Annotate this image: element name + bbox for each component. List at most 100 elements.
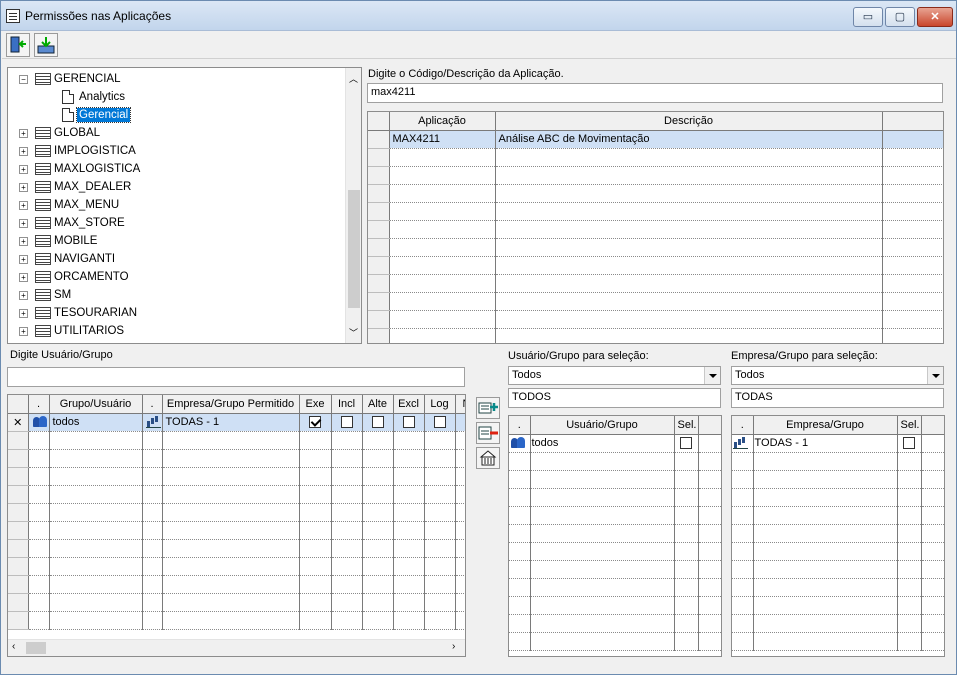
- permission-log-cell[interactable]: [424, 593, 456, 612]
- row-indicator[interactable]: [368, 166, 390, 185]
- permission-log-cell[interactable]: [424, 413, 456, 432]
- name-cell[interactable]: [753, 542, 898, 561]
- select-cell[interactable]: [897, 488, 922, 507]
- name-cell[interactable]: [753, 506, 898, 525]
- app-code-cell[interactable]: [389, 328, 496, 343]
- user-cell[interactable]: [49, 467, 143, 486]
- table-row[interactable]: [368, 184, 943, 203]
- permission-exe-cell[interactable]: [299, 521, 332, 540]
- chevron-down-icon[interactable]: [704, 367, 720, 384]
- name-cell[interactable]: [530, 596, 675, 615]
- select-cell[interactable]: [674, 524, 699, 543]
- table-row[interactable]: [509, 506, 721, 525]
- select-cell[interactable]: [897, 614, 922, 633]
- column-header[interactable]: .: [509, 416, 531, 435]
- permission-exe-cell[interactable]: [299, 575, 332, 594]
- row-indicator[interactable]: [368, 292, 390, 311]
- tree-item[interactable]: + UTILITARIOS: [8, 322, 338, 340]
- select-cell[interactable]: [897, 524, 922, 543]
- permission-exe-cell[interactable]: [299, 503, 332, 522]
- table-row[interactable]: [368, 310, 943, 329]
- permission-excl-cell[interactable]: [393, 539, 425, 558]
- column-header[interactable]: Alte: [362, 395, 394, 414]
- excl-checkbox[interactable]: [402, 416, 415, 429]
- tree-item[interactable]: + MAX_DEALER: [8, 178, 338, 196]
- app-code-cell[interactable]: [389, 310, 496, 329]
- app-description-cell[interactable]: [495, 148, 883, 167]
- user-cell[interactable]: [49, 521, 143, 540]
- select-cell[interactable]: [674, 434, 699, 453]
- table-row[interactable]: [732, 542, 944, 561]
- app-description-cell[interactable]: [495, 220, 883, 239]
- user-filter-input[interactable]: TODOS: [508, 388, 721, 408]
- row-indicator[interactable]: [8, 503, 29, 522]
- table-row[interactable]: [509, 470, 721, 489]
- table-row[interactable]: [8, 485, 465, 504]
- app-description-cell[interactable]: [495, 202, 883, 221]
- name-cell[interactable]: [530, 524, 675, 543]
- row-indicator[interactable]: [8, 611, 29, 630]
- user-search-input[interactable]: [7, 367, 465, 387]
- permission-excl-cell[interactable]: [393, 557, 425, 576]
- row-indicator[interactable]: [8, 593, 29, 612]
- table-row[interactable]: [8, 449, 465, 468]
- column-header[interactable]: Aplicação: [389, 112, 496, 131]
- app-code-cell[interactable]: [389, 256, 496, 275]
- app-code-cell[interactable]: [389, 148, 496, 167]
- permission-alte-cell[interactable]: [362, 557, 394, 576]
- permission-log-cell[interactable]: [424, 485, 456, 504]
- name-cell[interactable]: todos: [530, 434, 675, 453]
- name-cell[interactable]: [753, 632, 898, 651]
- table-row[interactable]: MAX4211 Análise ABC de Movimentação: [368, 130, 943, 149]
- table-row[interactable]: todos: [509, 434, 721, 453]
- table-row[interactable]: [732, 560, 944, 579]
- select-cell[interactable]: [897, 632, 922, 651]
- tree-scroll-thumb[interactable]: [348, 190, 360, 308]
- row-indicator[interactable]: [8, 539, 29, 558]
- app-code-cell[interactable]: [389, 184, 496, 203]
- app-description-cell[interactable]: [495, 274, 883, 293]
- select-cell[interactable]: [897, 506, 922, 525]
- permission-excl-cell[interactable]: [393, 611, 425, 630]
- tree-item[interactable]: + ORCAMENTO: [8, 268, 338, 286]
- expand-icon[interactable]: +: [19, 255, 28, 264]
- column-header[interactable]: Usuário/Grupo: [530, 416, 675, 435]
- restore-button[interactable]: ▢: [885, 7, 915, 27]
- company-cell[interactable]: [162, 431, 300, 450]
- app-description-cell[interactable]: [495, 328, 883, 343]
- permission-incl-cell[interactable]: [331, 521, 363, 540]
- user-cell[interactable]: todos: [49, 413, 143, 432]
- table-row[interactable]: [368, 292, 943, 311]
- user-cell[interactable]: [49, 485, 143, 504]
- table-row[interactable]: [8, 593, 465, 612]
- tree-item[interactable]: + SM: [8, 286, 338, 304]
- expand-icon[interactable]: +: [19, 201, 28, 210]
- permission-log-cell[interactable]: [424, 431, 456, 450]
- column-header[interactable]: Grupo/Usuário: [49, 395, 143, 414]
- permission-incl-cell[interactable]: [331, 593, 363, 612]
- name-cell[interactable]: [753, 560, 898, 579]
- select-cell[interactable]: [674, 632, 699, 651]
- permission-alte-cell[interactable]: [362, 503, 394, 522]
- name-cell[interactable]: [530, 470, 675, 489]
- company-filter-input[interactable]: TODAS: [731, 388, 944, 408]
- row-indicator[interactable]: [8, 485, 29, 504]
- expand-icon[interactable]: +: [19, 183, 28, 192]
- permission-alte-cell[interactable]: [362, 449, 394, 468]
- table-row[interactable]: [732, 470, 944, 489]
- name-cell[interactable]: [753, 596, 898, 615]
- permission-exe-cell[interactable]: [299, 413, 332, 432]
- column-header[interactable]: Empresa/Grupo Permitido: [162, 395, 300, 414]
- user-cell[interactable]: [49, 575, 143, 594]
- save-button[interactable]: [34, 33, 58, 57]
- name-cell[interactable]: [753, 470, 898, 489]
- company-cell[interactable]: [162, 557, 300, 576]
- close-button[interactable]: ✕: [917, 7, 953, 27]
- table-row[interactable]: [8, 611, 465, 630]
- alte-checkbox[interactable]: [371, 416, 384, 429]
- app-code-cell[interactable]: [389, 166, 496, 185]
- user-cell[interactable]: [49, 539, 143, 558]
- scroll-right-icon[interactable]: ›: [452, 641, 455, 652]
- chevron-down-icon[interactable]: [927, 367, 943, 384]
- permission-log-cell[interactable]: [424, 521, 456, 540]
